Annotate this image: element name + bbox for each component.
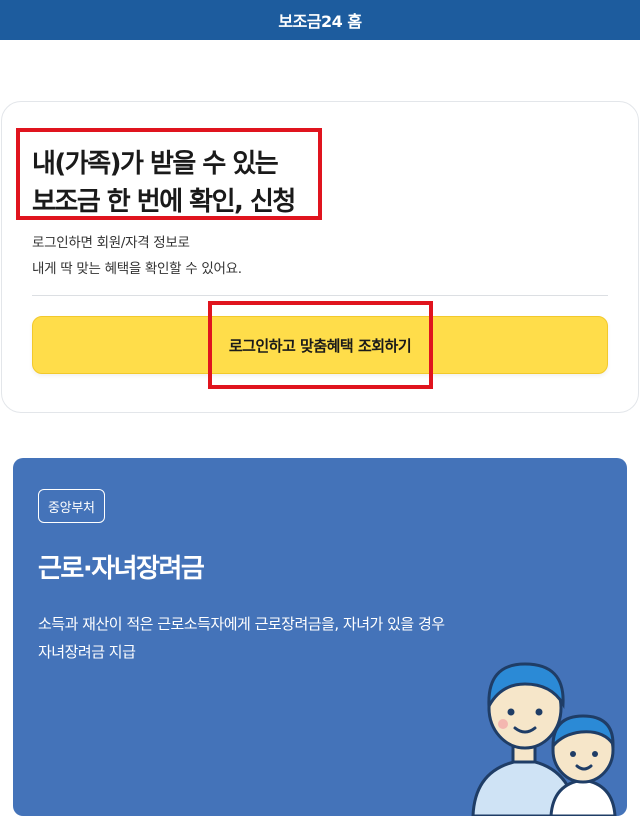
benefit-description: 소득과 재산이 적은 근로소득자에게 근로장려금을, 자녀가 있을 경우 자녀장… — [38, 615, 445, 661]
divider — [32, 295, 608, 296]
button-highlight-box — [208, 301, 433, 389]
login-description: 로그인하면 회원/자격 정보로 내게 딱 맞는 혜택을 확인할 수 있어요. — [32, 230, 242, 282]
headline-highlight-box — [16, 128, 322, 220]
badge-label: 중앙부처 — [48, 500, 95, 516]
top-bar: 보조금24 홈 — [0, 0, 640, 40]
parent-child-icon — [471, 662, 617, 816]
description-line-2: 내게 딱 맞는 혜택을 확인할 수 있어요. — [32, 261, 242, 277]
benefit-title: 근로·자녀장려금 — [38, 554, 205, 584]
description-line-1: 로그인하면 회원/자격 정보로 — [32, 235, 190, 251]
category-badge: 중앙부처 — [38, 489, 105, 523]
benefit-card[interactable]: 중앙부처 근로·자녀장려금 소득과 재산이 적은 근로소득자에게 근로장려금을,… — [13, 458, 627, 816]
page-title[interactable]: 보조금24 홈 — [278, 8, 362, 32]
